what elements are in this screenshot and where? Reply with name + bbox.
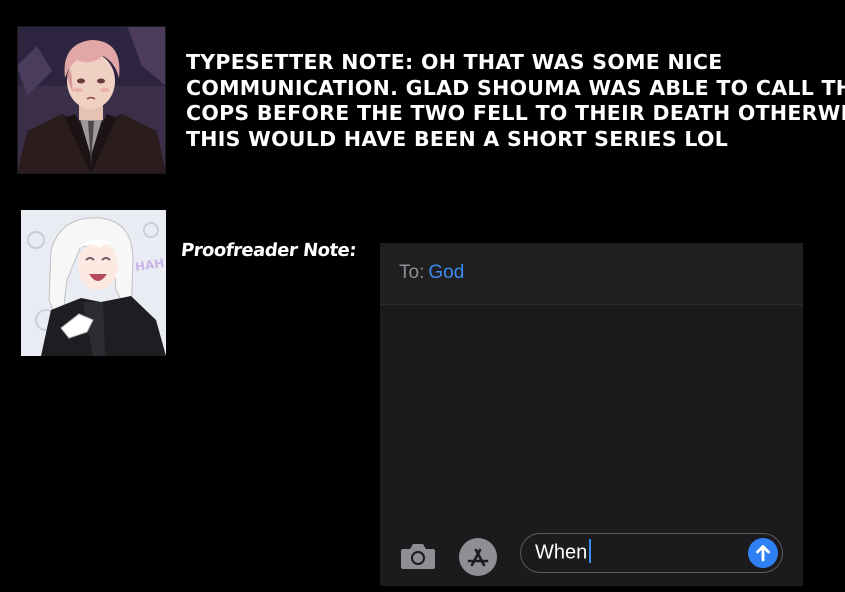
message-draft: When — [535, 539, 592, 565]
proofreader-avatar: HAH — [21, 210, 166, 356]
typesetter-note-line: COPS BEFORE THE TWO FELL TO THEIR DEATH … — [186, 101, 845, 125]
to-label: To: — [399, 262, 425, 283]
typesetter-note-line: TYPESETTER NOTE: OH THAT WAS SOME NICE — [186, 50, 723, 74]
proofreader-avatar-illustration: HAH — [21, 210, 166, 356]
recipient-header: To: God — [380, 243, 803, 305]
typesetter-note-line: COMMUNICATION. GLAD SHOUMA WAS ABLE TO C… — [186, 75, 845, 100]
message-input[interactable]: When — [520, 533, 783, 573]
proofreader-note-label: Proofreader Note: — [179, 240, 358, 261]
send-button[interactable] — [748, 538, 778, 568]
send-arrow-icon — [756, 545, 770, 562]
compose-bar: When — [380, 529, 803, 586]
typesetter-note: TYPESETTER NOTE: OH THAT WAS SOME NICE C… — [186, 50, 845, 152]
app-store-button[interactable] — [458, 537, 498, 577]
text-caret — [589, 539, 592, 563]
camera-icon — [401, 544, 435, 569]
messages-screenshot: To: God When — [380, 243, 803, 586]
typesetter-avatar — [17, 26, 166, 174]
recipient-name[interactable]: God — [428, 262, 464, 283]
message-draft-text: When — [535, 541, 588, 564]
typesetter-avatar-illustration — [17, 26, 166, 174]
recipient-row[interactable]: To: God — [399, 262, 464, 284]
typesetter-note-line: THIS WOULD HAVE BEEN A SHORT SERIES LOL — [186, 126, 729, 151]
camera-button[interactable] — [399, 541, 437, 571]
app-store-icon — [459, 538, 497, 576]
